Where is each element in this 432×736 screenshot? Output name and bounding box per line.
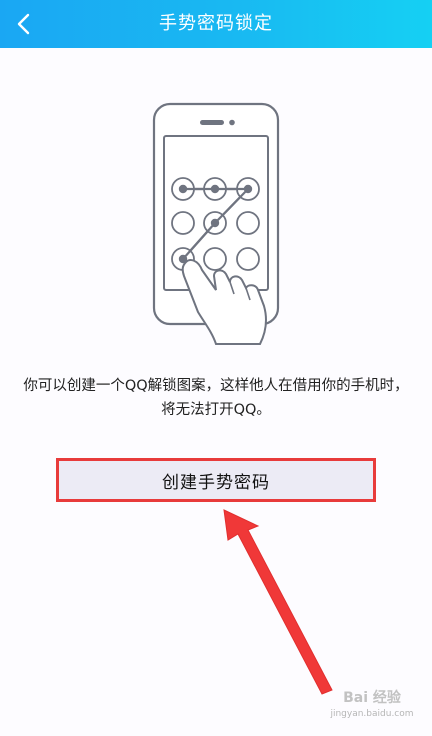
page-title: 手势密码锁定 xyxy=(159,13,273,34)
baidu-watermark: Bai 经验 jingyan.baidu.com xyxy=(316,685,428,731)
description-text: 你可以创建一个QQ解锁图案，这样他人在借用你的手机时，将无法打开QQ。 xyxy=(23,378,409,418)
watermark-logo: Bai 经验 xyxy=(343,690,401,706)
phone-pattern-lock-illustration xyxy=(152,102,280,345)
create-gesture-password-button[interactable]: 创建手势密码 xyxy=(56,458,376,502)
top-navigation-bar: 手势密码锁定 xyxy=(0,0,432,48)
watermark-url: jingyan.baidu.com xyxy=(330,709,414,719)
create-gesture-password-label: 创建手势密码 xyxy=(162,472,270,493)
